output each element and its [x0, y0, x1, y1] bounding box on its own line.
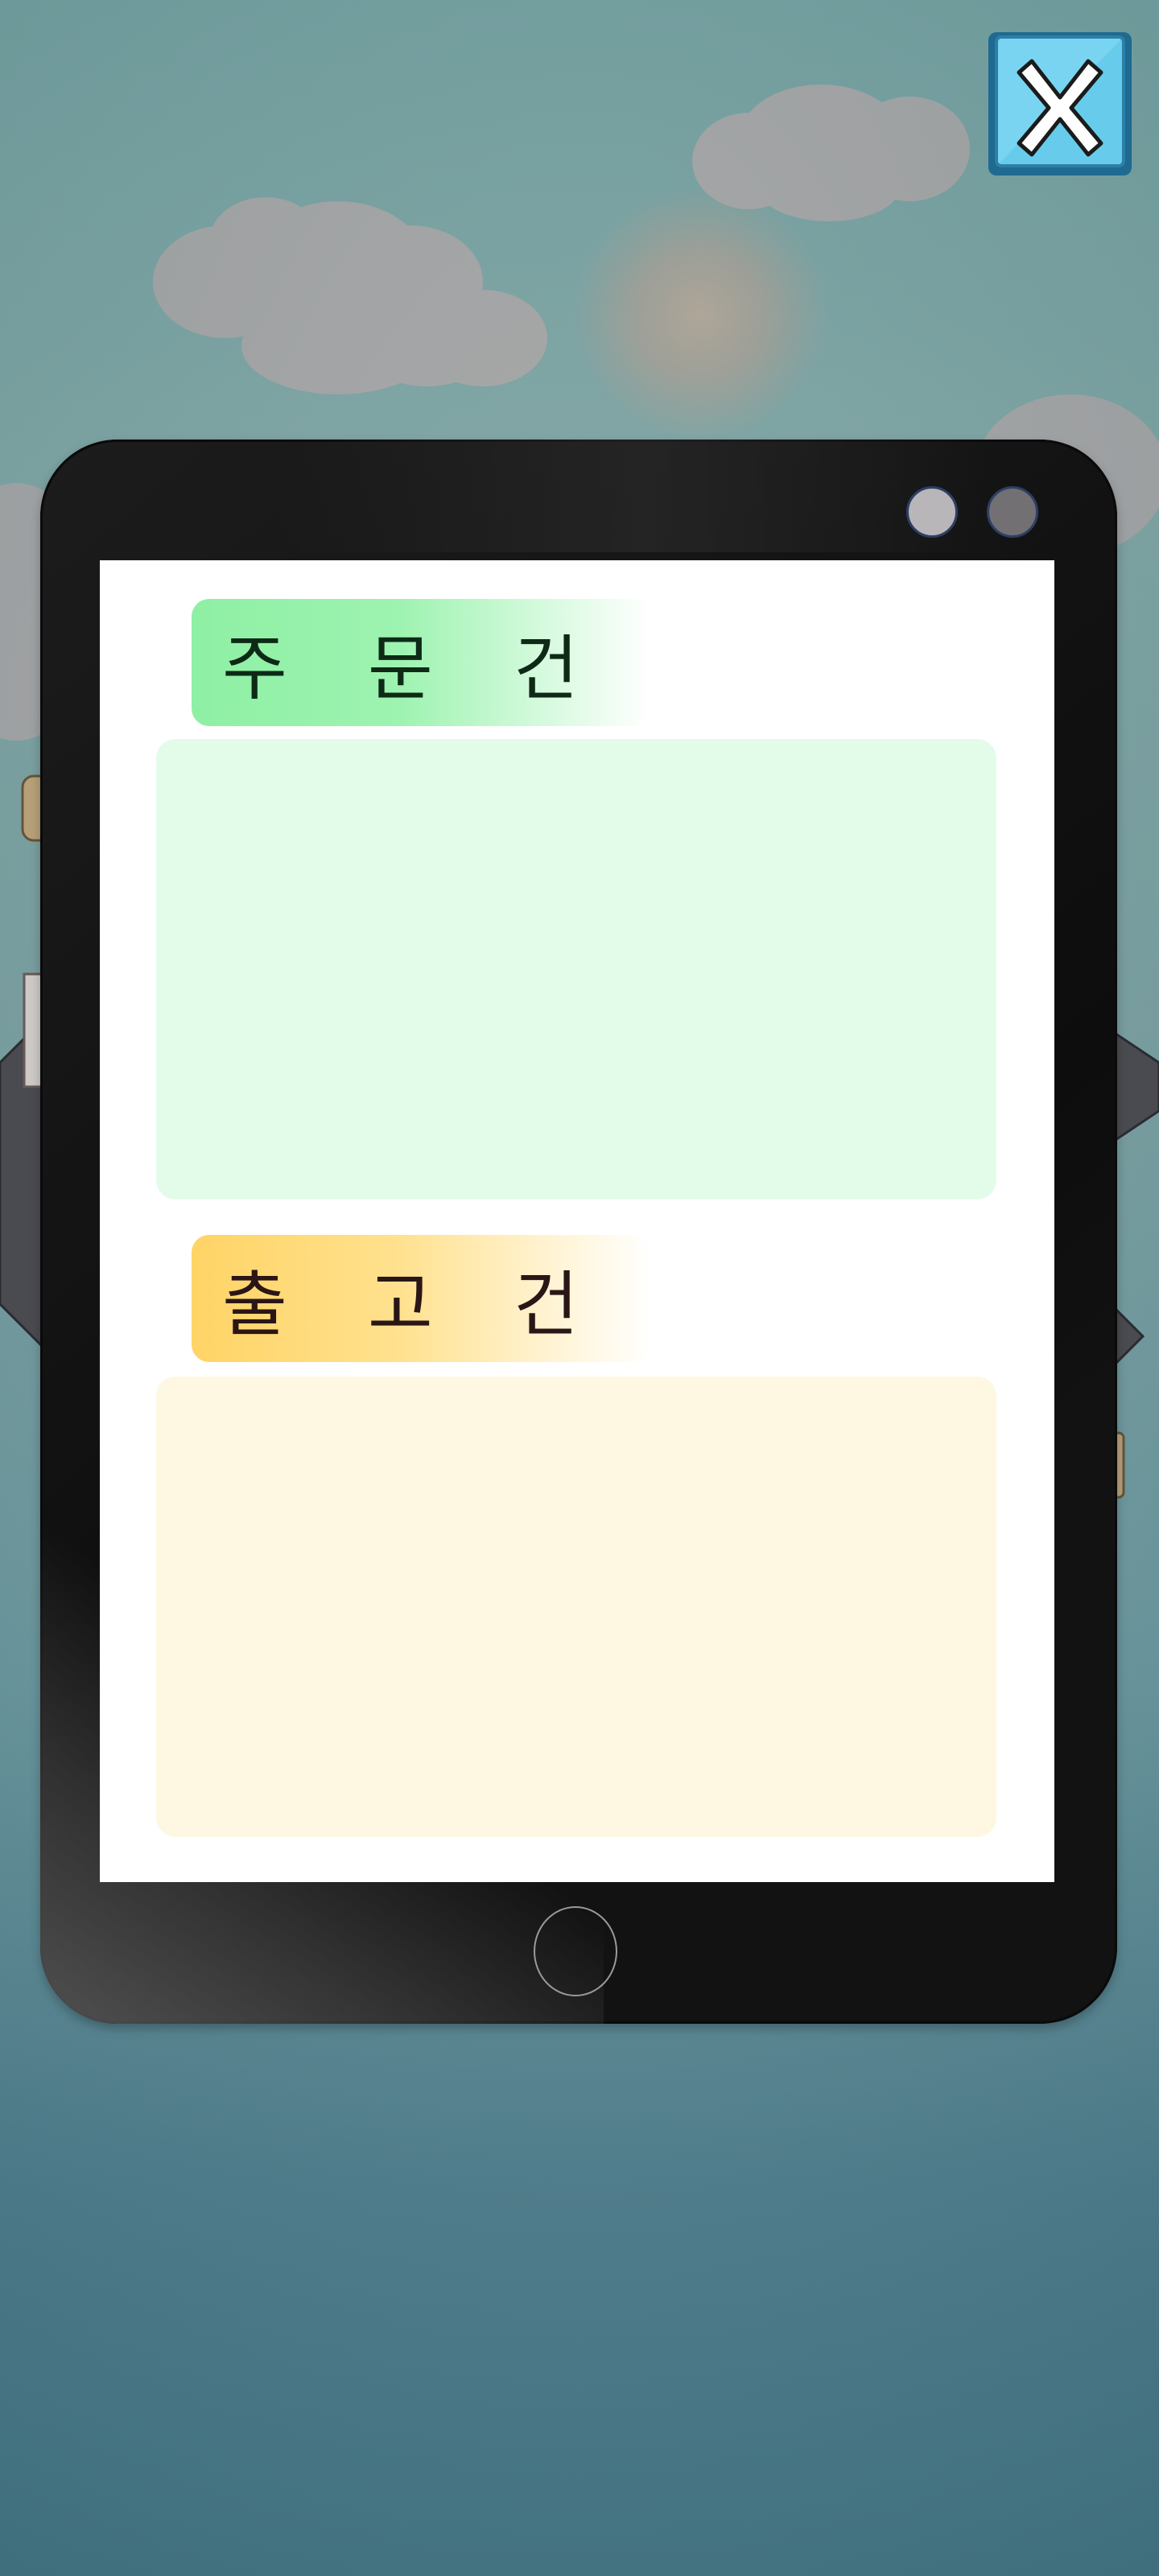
camera-lens [987, 486, 1038, 538]
shipments-panel [156, 1377, 996, 1837]
tablet-screen: 주 문 건 출 고 건 [100, 560, 1054, 1882]
camera-lens [906, 486, 958, 538]
home-button[interactable] [534, 1906, 617, 1996]
cloud [692, 85, 970, 221]
orders-panel [156, 739, 996, 1199]
shipments-title: 출 고 건 [222, 1262, 608, 1346]
orders-header: 주 문 건 [192, 599, 650, 726]
cloud [153, 197, 547, 394]
tablet: 주 문 건 출 고 건 [40, 440, 1117, 2024]
close-button[interactable]: X [985, 29, 1135, 179]
shipments-header: 출 고 건 [192, 1235, 650, 1362]
game-scene: X 주 문 건 출 고 건 [0, 0, 1159, 2576]
orders-title: 주 문 건 [222, 626, 608, 710]
close-icon [988, 32, 1132, 175]
background-building [1111, 1029, 1159, 1499]
